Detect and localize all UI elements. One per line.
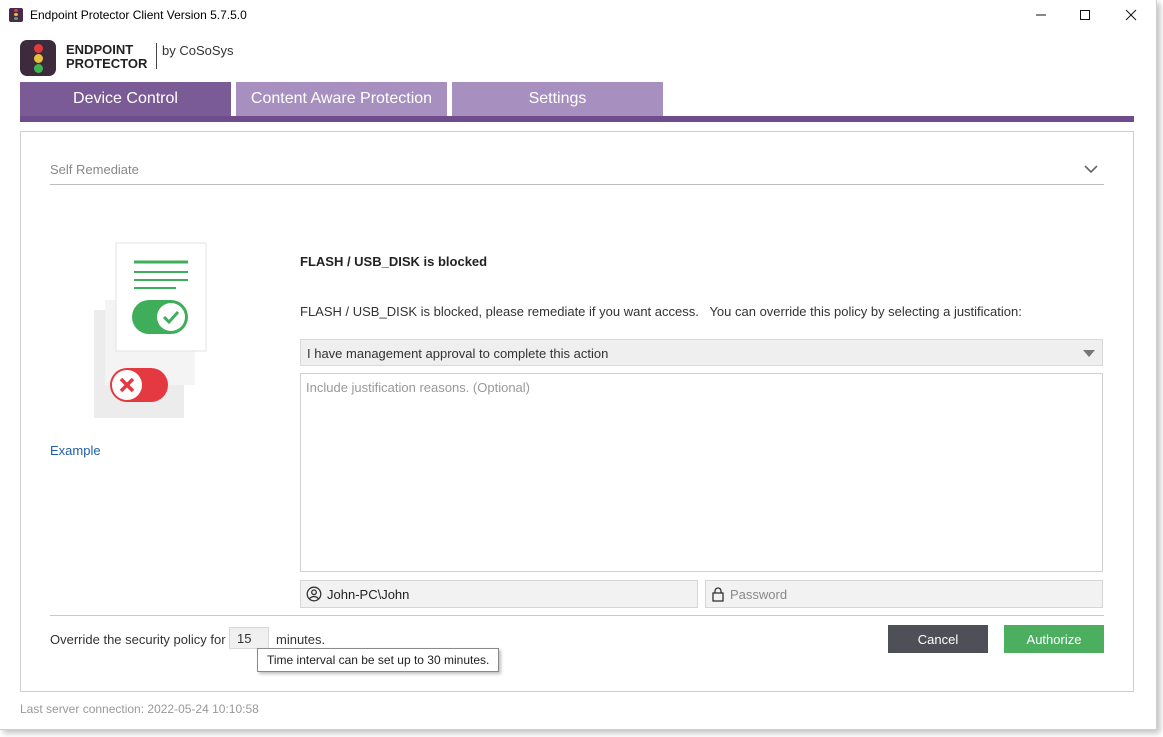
tab-device-control[interactable]: Device Control: [20, 82, 231, 116]
override-label: Override the security policy for: [50, 632, 226, 647]
tab-content-aware-protection[interactable]: Content Aware Protection: [236, 82, 447, 116]
footer-divider: [50, 615, 1104, 616]
close-icon: [1125, 9, 1137, 21]
username-value: John-PC\John: [327, 586, 410, 602]
last-server-connection-status: Last server connection: 2022-05-24 10:10…: [20, 702, 259, 716]
justification-reasons-placeholder: Include justification reasons. (Optional…: [306, 380, 531, 395]
section-divider: [50, 184, 1104, 185]
blocked-title: FLASH / USB_DISK is blocked: [300, 254, 488, 269]
window-title: Endpoint Protector Client Version 5.7.5.…: [30, 8, 247, 22]
minimize-button[interactable]: [1018, 0, 1064, 30]
password-field[interactable]: Password: [705, 580, 1103, 608]
justification-selected-value: I have management approval to complete t…: [307, 346, 609, 361]
remediation-illustration: [90, 240, 220, 420]
minimize-icon: [1036, 14, 1046, 16]
justification-reasons-textarea[interactable]: Include justification reasons. (Optional…: [300, 373, 1103, 572]
cancel-button[interactable]: Cancel: [888, 625, 988, 653]
lock-icon: [711, 586, 725, 602]
minutes-tooltip: Time interval can be set up to 30 minute…: [257, 648, 500, 672]
dropdown-arrow-icon: [1083, 350, 1095, 357]
username-field[interactable]: John-PC\John: [300, 580, 698, 608]
tab-settings[interactable]: Settings: [452, 82, 663, 116]
user-circle-icon: [306, 586, 322, 602]
logo-divider: [156, 43, 157, 69]
override-minutes-unit: minutes.: [276, 632, 326, 647]
logo-wordmark: ENDPOINT PROTECTOR: [66, 42, 148, 71]
example-link[interactable]: Example: [50, 443, 101, 458]
chevron-down-icon[interactable]: [1083, 162, 1099, 181]
override-minutes-input[interactable]: 15: [229, 627, 269, 649]
logo-by-text: by CoSoSys: [162, 43, 234, 58]
traffic-light-logo-icon: [20, 40, 56, 76]
section-title: Self Remediate: [50, 162, 139, 177]
tab-underline-bar: [20, 116, 1134, 122]
password-placeholder: Password: [730, 586, 788, 602]
authorize-button[interactable]: Authorize: [1004, 625, 1104, 653]
title-bar: Endpoint Protector Client Version 5.7.5.…: [0, 0, 1156, 30]
close-button[interactable]: [1108, 0, 1154, 30]
app-window: Endpoint Protector Client Version 5.7.5.…: [0, 0, 1157, 730]
maximize-icon: [1080, 10, 1090, 20]
maximize-button[interactable]: [1062, 0, 1108, 30]
blocked-description: FLASH / USB_DISK is blocked, please reme…: [300, 304, 1022, 319]
justification-select[interactable]: I have management approval to complete t…: [300, 339, 1103, 366]
app-icon: [9, 8, 23, 22]
